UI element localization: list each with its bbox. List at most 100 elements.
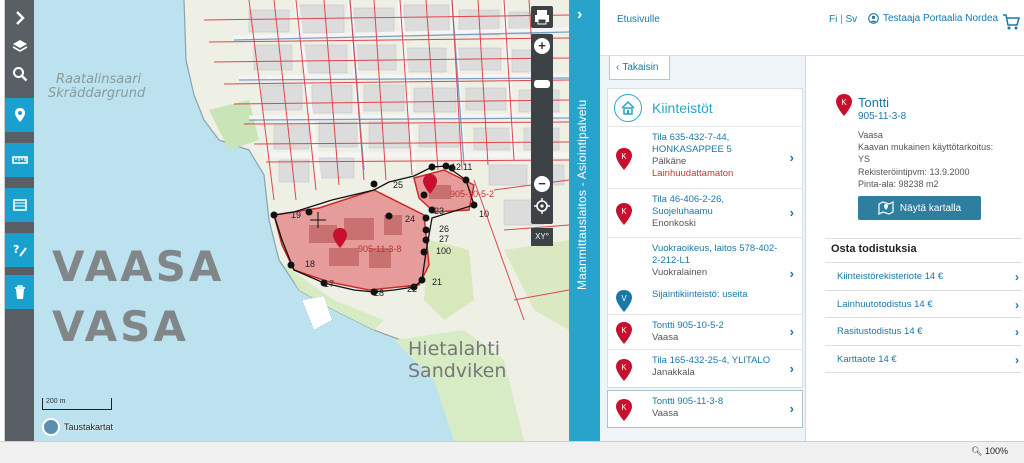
- property-list-header: Kiinteistöt: [608, 89, 802, 127]
- search-icon: [12, 67, 27, 82]
- location-button[interactable]: [5, 98, 34, 132]
- red-k-pin-icon: K: [616, 399, 632, 421]
- point-label: 17: [324, 279, 335, 289]
- shopping-cart-icon[interactable]: [1002, 12, 1020, 32]
- certificate-item[interactable]: Kiinteistörekisteriote 14 € ›: [825, 263, 1021, 291]
- zoom-slider-handle[interactable]: [534, 80, 550, 88]
- zoom-level[interactable]: 🔍︎ 100%: [971, 446, 1008, 457]
- parcel-label: 905-10-5-2: [450, 189, 495, 199]
- usage-label: Kaavan mukainen käyttötarkoitus:: [858, 142, 994, 153]
- background-maps-icon: [42, 418, 60, 436]
- back-label: Takaisin: [622, 62, 659, 73]
- print-button[interactable]: [531, 6, 553, 28]
- results-panel: ‹ Takaisin Kiinteistöt K Tila 635-432-7-…: [600, 56, 806, 441]
- background-maps-label: Taustakartat: [64, 422, 114, 432]
- chevron-left-icon: ‹: [616, 62, 620, 73]
- svg-text:K: K: [621, 363, 627, 372]
- zoom-level-value: 100%: [984, 446, 1008, 456]
- map-icon: [878, 201, 894, 215]
- certificate-item[interactable]: Lainhuutotodistus 14 € ›: [825, 291, 1021, 318]
- browser-status-bar: 🔍︎ 100%: [0, 441, 1024, 463]
- list-item[interactable]: K Tila 46-406-2-26, Suojeluhaamu Enonkos…: [608, 189, 802, 238]
- trash-icon: [14, 285, 25, 299]
- certificate-item[interactable]: Rasitustodistus 14 € ›: [825, 318, 1021, 346]
- point-label: 25: [393, 180, 404, 190]
- map-city-label-sv: VASA: [52, 302, 189, 351]
- certificate-label: Lainhuutotodistus 14 €: [837, 298, 933, 310]
- map-view[interactable]: Raatalinsaari Skräddargrund VAASA VASA H…: [34, 0, 569, 441]
- item-subtitle: Vuokralainen: [652, 267, 708, 278]
- front-page-link[interactable]: Etusivulle: [617, 14, 660, 25]
- coordinates-button[interactable]: XY°: [531, 228, 553, 246]
- list-item[interactable]: K Tila 165-432-25-4, YLITALO Janakkala ›: [608, 350, 802, 388]
- red-k-pin-icon: K: [836, 94, 852, 116]
- certificate-label: Kiinteistörekisteriote 14 €: [837, 271, 944, 282]
- item-title: Sijaintikiinteistö: useita: [652, 289, 748, 300]
- area: Pinta-ala: 98238 m2: [858, 178, 939, 189]
- list-item-selected[interactable]: K Tontti 905-11-3-8 Vaasa ›: [607, 390, 803, 428]
- location-pin-icon: [14, 108, 25, 122]
- svg-text:V: V: [621, 294, 627, 303]
- property-list: Kiinteistöt K Tila 635-432-7-44, HONKASA…: [607, 88, 803, 388]
- background-maps-button[interactable]: Taustakartat: [42, 418, 113, 436]
- expand-toolbar-button[interactable]: [5, 4, 34, 32]
- point-label: 21: [432, 277, 443, 287]
- clear-button[interactable]: [5, 275, 34, 309]
- item-subtitle: Vaasa: [652, 332, 679, 343]
- area-measure-icon: [12, 199, 27, 211]
- point-label: 11: [463, 162, 473, 172]
- zoom-in-button[interactable]: +: [534, 38, 550, 54]
- item-title: Tila 165-432-25-4, YLITALO: [652, 355, 771, 366]
- user-name: Testaaja Portaalia Nordea: [883, 13, 999, 24]
- map-district-label-sv: Sandviken: [408, 360, 507, 382]
- service-panel-bar[interactable]: › Maanmittauslaitos - Asiointipalvelu: [569, 0, 600, 441]
- printer-icon: [535, 10, 549, 25]
- zoom-out-button[interactable]: −: [534, 176, 550, 192]
- list-item[interactable]: K Tila 635-432-7-44, HONKASAPPEE 5 Pälkä…: [608, 127, 802, 189]
- svg-text:K: K: [621, 207, 627, 216]
- red-k-pin-icon: K: [616, 203, 632, 225]
- layers-button[interactable]: [5, 32, 34, 60]
- buy-certificates-title: Osta todistuksia: [825, 239, 1021, 263]
- point-label: 19: [291, 210, 302, 220]
- map-scale-bar: 200 m: [42, 398, 112, 410]
- help-tool-button[interactable]: ?: [5, 233, 34, 267]
- header: Etusivulle Fi | Sv Testaaja Portaalia No…: [600, 0, 1024, 56]
- list-item[interactable]: Vuokraoikeus, laitos 578-402-2-212-L1 Vu…: [608, 238, 802, 314]
- chevron-right-icon: ›: [789, 324, 794, 339]
- crosshair-icon: [534, 198, 550, 214]
- measure-area-button[interactable]: [5, 188, 34, 222]
- locate-me-button[interactable]: [534, 198, 550, 214]
- lang-sv-link[interactable]: Sv: [846, 14, 858, 25]
- measure-distance-button[interactable]: [5, 143, 34, 177]
- list-item[interactable]: K Tontti 905-10-5-2 Vaasa ›: [608, 314, 802, 350]
- parcel-label: 905-11-3-8: [358, 244, 402, 254]
- point-label: 24: [405, 214, 416, 224]
- property-id: 905-11-3-8: [858, 111, 907, 122]
- chevron-right-icon: [15, 11, 25, 25]
- details-panel: K Tontti 905-11-3-8 Vaasa Kaavan mukaine…: [806, 56, 1024, 441]
- user-icon: [868, 13, 879, 24]
- item-title: Tila 46-406-2-26, Suojeluhaamu: [652, 194, 724, 217]
- point-label: 22: [407, 284, 418, 294]
- map-city-label-fi: VAASA: [52, 242, 225, 291]
- chevron-right-icon: ›: [789, 401, 794, 416]
- chevron-right-icon: ›: [1015, 270, 1019, 284]
- zoom-icon: 🔍︎: [971, 446, 983, 456]
- search-button[interactable]: [5, 60, 34, 88]
- show-on-map-label: Näytä kartalla: [899, 202, 962, 214]
- chevron-right-icon: ›: [789, 149, 794, 165]
- property-info: Vaasa Kaavan mukainen käyttötarkoitus: Y…: [858, 129, 1018, 190]
- svg-text:K: K: [621, 152, 627, 161]
- lang-fi-link[interactable]: Fi: [829, 14, 837, 25]
- back-button[interactable]: ‹ Takaisin: [609, 56, 670, 80]
- house-icon: [614, 93, 642, 122]
- chevron-right-icon: ›: [1015, 352, 1019, 367]
- item-status: Lainhuudattamaton: [652, 168, 734, 179]
- show-on-map-button[interactable]: Näytä kartalla: [858, 196, 981, 220]
- property-list-title: Kiinteistöt: [652, 99, 713, 116]
- point-label: 12: [451, 162, 462, 172]
- svg-text:K: K: [841, 98, 847, 107]
- user-menu[interactable]: Testaaja Portaalia Nordea: [868, 13, 998, 24]
- certificate-item[interactable]: Karttaote 14 € ›: [825, 346, 1021, 373]
